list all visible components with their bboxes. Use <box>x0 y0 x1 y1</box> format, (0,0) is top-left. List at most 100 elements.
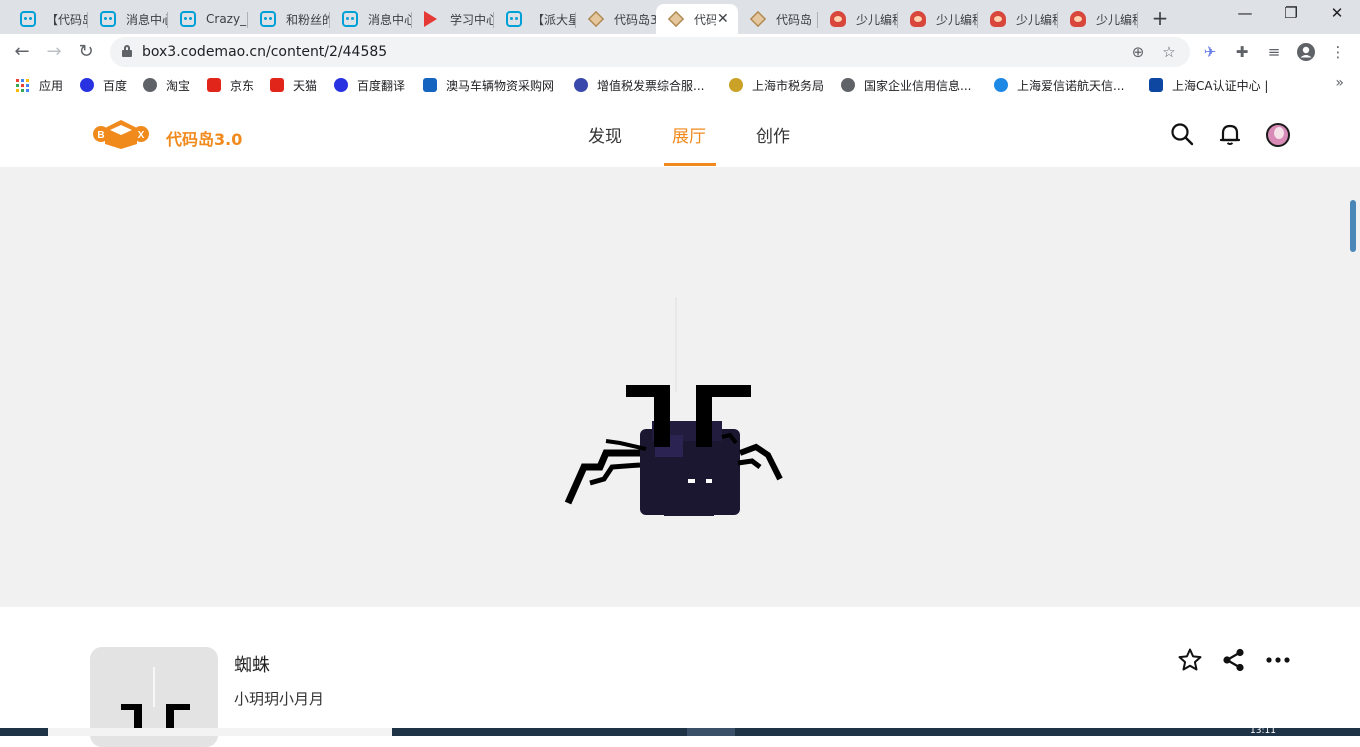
browser-tab[interactable]: 代码岛3 <box>576 4 656 34</box>
globe-icon <box>143 78 157 92</box>
reload-button[interactable]: ↻ <box>74 40 98 64</box>
tab-title: 少儿编程 <box>856 12 898 27</box>
bilibili-icon <box>100 11 116 27</box>
close-tab-icon[interactable]: ✕ <box>716 11 730 27</box>
box-logo-icon[interactable]: B X <box>92 118 150 150</box>
tab-title: 少儿编程 <box>936 12 978 27</box>
kid-icon <box>910 11 926 27</box>
star-icon[interactable] <box>1177 647 1203 673</box>
model-viewer[interactable] <box>0 167 1360 607</box>
menu-kebab-icon[interactable]: ⋮ <box>1328 42 1348 62</box>
bell-icon[interactable] <box>1218 122 1242 146</box>
bookmark-label: 上海爱信诺航天信... <box>1017 78 1125 93</box>
bookmark-item[interactable]: 上海爱信诺航天信... <box>994 75 1124 95</box>
tab-title: 代码岛3 <box>614 12 656 27</box>
new-tab-button[interactable]: + <box>1150 6 1170 30</box>
bookmark-item[interactable]: 上海市税务局 <box>729 75 824 95</box>
browser-tab[interactable]: Crazy_B <box>168 4 248 34</box>
bookmark-label: 澳马车辆物资采购网 <box>446 78 555 93</box>
spider-model-image <box>564 297 783 516</box>
baidu-icon <box>80 78 94 92</box>
browser-tab[interactable]: 少儿编程 <box>978 4 1058 34</box>
bookmark-label: 淘宝 <box>166 78 191 93</box>
bookmark-label: 百度 <box>103 78 128 93</box>
tab-title: 消息中心 <box>126 12 168 27</box>
bookmark-label: 增值税发票综合服... <box>597 78 705 93</box>
browser-tab[interactable]: 学习中心 <box>412 4 494 34</box>
project-title: 蜘蛛 <box>234 655 270 676</box>
taskbar-clock: 13:11 <box>1250 727 1276 736</box>
tab-title: 和粉丝的 <box>286 12 330 27</box>
bilibili-icon <box>180 11 196 27</box>
extensions-puzzle-icon[interactable]: ✚ <box>1232 42 1252 62</box>
bookmark-label: 应用 <box>39 78 64 93</box>
bilibili-icon <box>342 11 358 27</box>
browser-tab-active[interactable]: 代码 ✕ <box>656 4 738 34</box>
bookmark-item[interactable]: 国家企业信用信息... <box>841 75 971 95</box>
bookmark-item[interactable]: 上海CA认证中心 | <box>1149 75 1268 95</box>
url-text[interactable]: box3.codemao.cn/content/2/44585 <box>142 37 387 67</box>
bookmark-item[interactable]: 淘宝 <box>143 75 190 95</box>
kid-icon <box>1070 11 1086 27</box>
bookmark-item[interactable]: 增值税发票综合服... <box>574 75 704 95</box>
browser-tab[interactable]: 少儿编程 <box>818 4 898 34</box>
browser-toolbar: ← → ↻ box3.codemao.cn/content/2/44585 ⊕ … <box>0 34 1360 70</box>
bookmark-item[interactable]: 澳马车辆物资采购网 <box>423 75 554 95</box>
browser-tab[interactable]: 【派大星 <box>494 4 576 34</box>
restore-button[interactable]: ❐ <box>1268 4 1314 22</box>
bookmark-item[interactable]: 应用 <box>16 75 63 95</box>
page-scrollbar[interactable] <box>1350 200 1356 252</box>
browser-tab[interactable]: 少儿编程 <box>1058 4 1138 34</box>
extension-bird-icon[interactable]: ✈ <box>1200 42 1220 62</box>
nav-create[interactable]: 创作 <box>756 122 790 147</box>
ca-icon <box>1149 78 1163 92</box>
bookmark-item[interactable]: 百度翻译 <box>334 75 405 95</box>
site-logo-text[interactable]: 代码岛3.0 <box>166 126 242 150</box>
bookmark-item[interactable]: 京东 <box>207 75 254 95</box>
more-bookmarks-button[interactable]: » <box>1335 75 1344 91</box>
author-name[interactable]: 小玥玥小月月 <box>234 688 324 709</box>
browser-tab[interactable]: 少儿编程 <box>898 4 978 34</box>
tab-title: 少儿编程 <box>1016 12 1058 27</box>
profile-icon[interactable] <box>1296 42 1316 62</box>
share-icon[interactable] <box>1221 647 1247 673</box>
nav-gallery[interactable]: 展厅 <box>672 122 706 147</box>
bookmark-label: 上海CA认证中心 | <box>1172 78 1269 93</box>
install-icon[interactable]: ⊕ <box>1128 42 1148 62</box>
tmall-icon <box>270 78 284 92</box>
kid-icon <box>990 11 1006 27</box>
browser-tab[interactable]: 消息中心 <box>88 4 168 34</box>
logo-badge-b: B <box>97 130 104 141</box>
ap-icon <box>423 78 437 92</box>
forward-button[interactable]: → <box>42 40 66 64</box>
close-window-button[interactable]: ✕ <box>1314 4 1360 22</box>
browser-tab[interactable]: 消息中心 <box>330 4 412 34</box>
browser-tab[interactable]: 【代码岛 <box>8 4 88 34</box>
bookmark-item[interactable]: 百度 <box>80 75 127 95</box>
tab-title: Crazy_B <box>206 12 248 26</box>
more-options-icon[interactable] <box>1265 647 1291 673</box>
taskbar-app-button[interactable] <box>687 728 735 736</box>
back-button[interactable]: ← <box>10 40 34 64</box>
bookmark-star-icon[interactable]: ☆ <box>1159 42 1179 62</box>
logo-badge-x: X <box>138 130 145 141</box>
lock-icon[interactable] <box>122 45 132 57</box>
bilibili-icon <box>260 11 276 27</box>
study-icon <box>424 11 437 27</box>
bookmark-item[interactable]: 天猫 <box>270 75 317 95</box>
search-icon[interactable] <box>1170 122 1194 146</box>
user-avatar[interactable] <box>1266 123 1290 147</box>
media-queue-icon[interactable]: ≡ <box>1264 42 1284 62</box>
browser-tab[interactable]: 代码岛 <box>738 4 818 34</box>
address-bar[interactable]: box3.codemao.cn/content/2/44585 ⊕ ☆ <box>110 37 1190 67</box>
browser-tab[interactable]: 和粉丝的 <box>248 4 330 34</box>
nav-discover[interactable]: 发现 <box>588 122 622 147</box>
bilibili-icon <box>20 11 36 27</box>
taskbar-search-box[interactable] <box>48 728 392 736</box>
tab-title: 代码岛 <box>776 12 813 27</box>
minimize-button[interactable]: — <box>1222 4 1268 22</box>
tab-strip: 【代码岛 消息中心 Crazy_B 和粉丝的 消息中心 学习中心 【派大星 代码… <box>0 0 1360 34</box>
bookmark-label: 国家企业信用信息... <box>864 78 972 93</box>
ie-icon <box>994 78 1008 92</box>
box-icon <box>667 10 685 28</box>
